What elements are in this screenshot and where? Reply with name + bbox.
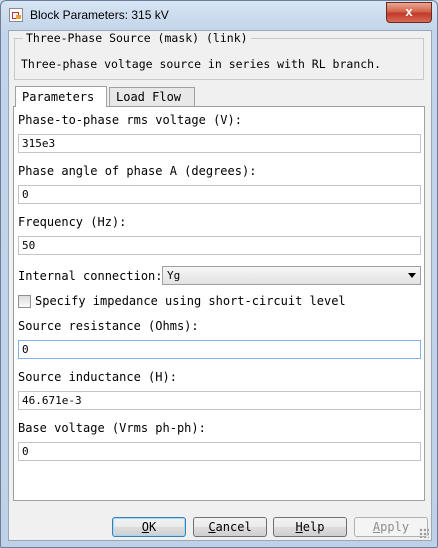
source-inductance-field[interactable] [18,391,421,410]
specify-impedance-label: Specify impedance using short-circuit le… [35,294,346,308]
tab-load-flow[interactable]: Load Flow [109,87,195,106]
base-voltage-field[interactable] [18,442,421,461]
dialog-window: Block Parameters: 315 kV x Three-Phase S… [0,0,438,548]
phase-angle-label: Phase angle of phase A (degrees): [18,164,257,178]
internal-connection-label: Internal connection: [18,269,163,283]
internal-connection-select[interactable]: Yg [162,266,421,285]
window-title: Block Parameters: 315 kV [30,8,169,22]
close-button[interactable]: x [386,2,432,23]
parameters-panel: Phase-to-phase rms voltage (V): Phase an… [13,106,425,501]
cancel-label: ancel [215,520,252,534]
cancel-button[interactable]: Cancel [193,517,267,537]
mask-description: Three-phase voltage source in series wit… [21,57,382,71]
frequency-field[interactable] [18,236,421,255]
help-label: elp [302,520,325,534]
phase-angle-field[interactable] [18,185,421,204]
base-voltage-label: Base voltage (Vrms ph-ph): [18,421,206,435]
frequency-label: Frequency (Hz): [18,215,127,229]
resize-grip-icon[interactable] [419,528,429,538]
tab-bar: Parameters Load Flow [13,86,427,107]
source-resistance-field[interactable] [18,340,421,359]
ok-button[interactable]: OK [112,517,186,537]
mask-description-group: Three-Phase Source (mask) (link) Three-p… [14,31,424,80]
source-resistance-label: Source resistance (Ohms): [18,319,199,333]
phase-voltage-field[interactable] [18,134,421,153]
ok-mnemonic: O [141,520,149,534]
dialog-body: Three-Phase Source (mask) (link) Three-p… [8,30,432,541]
block-icon [9,8,23,22]
help-button[interactable]: Help [273,517,347,537]
mask-title: Three-Phase Source (mask) (link) [23,31,251,45]
apply-button: Apply [354,517,428,537]
internal-connection-value: Yg [167,269,181,282]
tab-parameters[interactable]: Parameters [15,86,107,107]
title-bar[interactable]: Block Parameters: 315 kV x [1,1,437,31]
phase-voltage-label: Phase-to-phase rms voltage (V): [18,113,242,127]
source-inductance-label: Source inductance (H): [18,370,177,384]
chevron-down-icon[interactable] [408,273,416,278]
ok-label: K [149,520,157,534]
close-icon: x [405,4,413,19]
help-mnemonic: H [295,520,303,534]
cancel-mnemonic: C [208,520,216,534]
specify-impedance-checkbox[interactable] [18,295,31,308]
apply-label: pply [380,520,410,534]
